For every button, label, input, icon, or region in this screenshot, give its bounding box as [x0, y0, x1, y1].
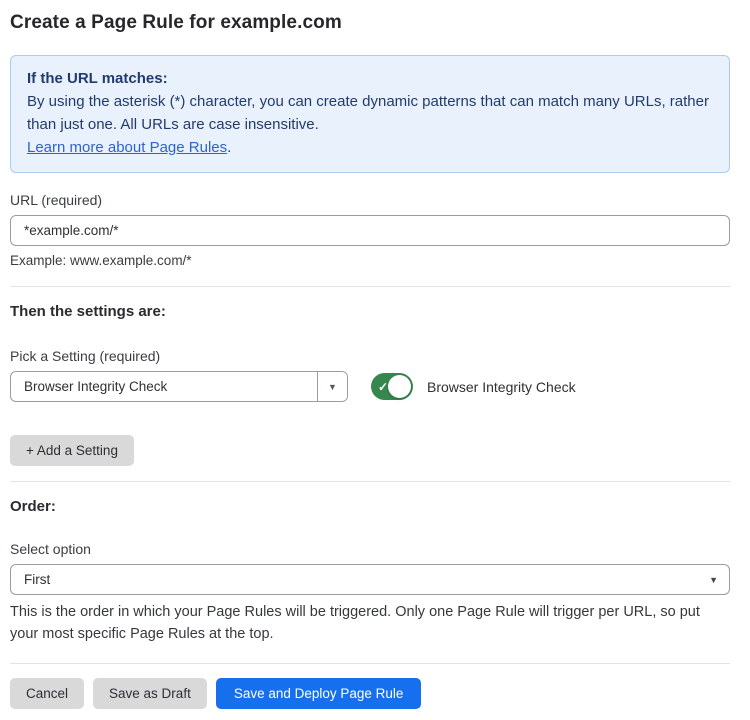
browser-integrity-toggle[interactable]: ✓: [371, 373, 413, 400]
url-input[interactable]: [10, 215, 730, 246]
setting-row: Browser Integrity Check ▼ ✓ Browser Inte…: [10, 371, 730, 402]
pick-setting-label: Pick a Setting (required): [10, 348, 730, 364]
order-helper-text: This is the order in which your Page Rul…: [10, 601, 730, 645]
save-as-draft-button[interactable]: Save as Draft: [93, 678, 207, 709]
url-example-helper: Example: www.example.com/*: [10, 253, 730, 268]
order-select[interactable]: First ▼: [10, 564, 730, 595]
chevron-down-icon: ▼: [709, 575, 718, 585]
toggle-label: Browser Integrity Check: [427, 379, 576, 395]
cancel-button[interactable]: Cancel: [10, 678, 84, 709]
setting-dropdown[interactable]: Browser Integrity Check ▼: [10, 371, 348, 402]
save-and-deploy-button[interactable]: Save and Deploy Page Rule: [216, 678, 422, 709]
add-setting-button[interactable]: + Add a Setting: [10, 435, 134, 466]
setting-dropdown-button[interactable]: ▼: [317, 372, 347, 401]
create-page-rule-form: Create a Page Rule for example.com If th…: [0, 0, 750, 709]
learn-more-link[interactable]: Learn more about Page Rules: [27, 139, 227, 156]
divider: [10, 286, 730, 287]
setting-dropdown-value: Browser Integrity Check: [11, 372, 317, 401]
url-match-info-box: If the URL matches: By using the asteris…: [10, 55, 730, 173]
order-select-label: Select option: [10, 541, 730, 557]
divider: [10, 481, 730, 482]
page-title: Create a Page Rule for example.com: [10, 12, 730, 34]
info-box-link-line: Learn more about Page Rules.: [27, 136, 713, 159]
setting-toggle-wrap: ✓ Browser Integrity Check: [371, 373, 576, 400]
check-icon: ✓: [378, 380, 388, 394]
chevron-down-icon: ▼: [328, 382, 337, 392]
order-section-heading: Order:: [10, 498, 730, 515]
url-field-label: URL (required): [10, 192, 730, 208]
toggle-knob: [388, 375, 411, 398]
divider: [10, 663, 730, 664]
info-box-heading: If the URL matches:: [27, 67, 713, 90]
settings-section-heading: Then the settings are:: [10, 303, 730, 320]
info-box-body: By using the asterisk (*) character, you…: [27, 90, 713, 136]
link-suffix: .: [227, 139, 231, 156]
order-select-value: First: [24, 572, 50, 587]
footer-actions: Cancel Save as Draft Save and Deploy Pag…: [10, 678, 730, 709]
